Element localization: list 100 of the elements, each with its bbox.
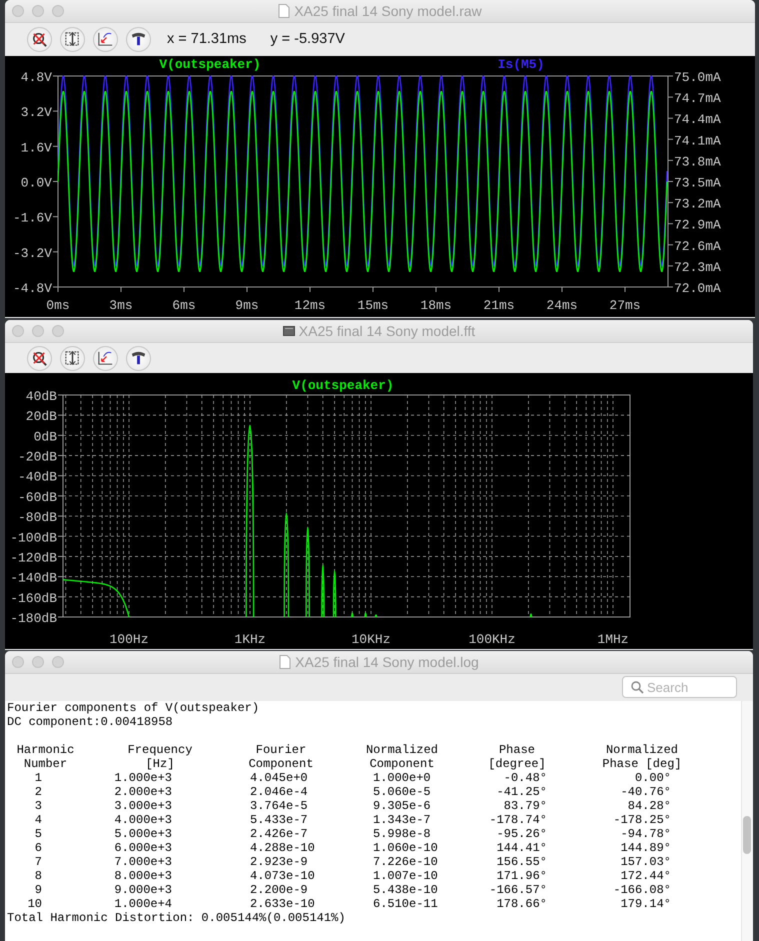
axis-label: 6ms bbox=[172, 298, 196, 313]
column-header: Normalized Component bbox=[366, 743, 438, 771]
axis-label: 100KHz bbox=[468, 632, 516, 647]
axis-label: 1MHz bbox=[597, 632, 629, 647]
table-cell: 4.045e+0 bbox=[250, 771, 308, 785]
magnifier-icon[interactable] bbox=[27, 346, 52, 370]
table-cell: 4.073e-10 bbox=[250, 869, 315, 883]
axis-label: -4.8V bbox=[12, 281, 52, 296]
cursor-y-readout: y = -5.937V bbox=[270, 30, 345, 49]
search-icon bbox=[631, 680, 644, 694]
table-cell: 5.060e-5 bbox=[373, 785, 431, 799]
axis-label: 27ms bbox=[609, 298, 641, 313]
axis-label: 73.8mA bbox=[674, 154, 721, 170]
window-title: XA25 final 14 Sony model.fft bbox=[298, 322, 476, 341]
log-text-line: Fourier components of V(outspeaker) bbox=[7, 701, 260, 715]
log-text-line: DC component:0.00418958 bbox=[7, 715, 173, 729]
axis-label: 40dB bbox=[26, 389, 57, 404]
table-cell: 4.000e+3 bbox=[114, 813, 172, 827]
table-cell: 6.000e+3 bbox=[114, 841, 172, 855]
axis-label: 24ms bbox=[546, 298, 578, 313]
table-cell: -166.08° bbox=[613, 883, 671, 897]
axis-label: -3.2V bbox=[12, 246, 52, 261]
table-cell: 5 bbox=[34, 827, 42, 841]
table-cell: 144.41° bbox=[496, 841, 547, 855]
table-cell: 6.510e-11 bbox=[373, 897, 438, 911]
table-cell: -94.78° bbox=[620, 827, 671, 841]
column-header: Fourier Component bbox=[248, 743, 314, 771]
frame-arrows-icon[interactable] bbox=[60, 346, 85, 370]
column-header: Frequency [Hz] bbox=[128, 743, 192, 771]
axis-label: 20dB bbox=[26, 409, 57, 424]
table-cell: 10 bbox=[28, 897, 42, 911]
table-cell: 157.03° bbox=[620, 855, 671, 869]
table-cell: 3.000e+3 bbox=[114, 799, 172, 813]
axis-label: 72.9mA bbox=[674, 218, 721, 233]
magnifier-icon[interactable] bbox=[27, 27, 52, 52]
minimize-button[interactable] bbox=[32, 656, 44, 668]
column-header: Normalized Phase [deg] bbox=[602, 743, 682, 771]
table-cell: 9 bbox=[34, 883, 42, 897]
table-cell: 5.000e+3 bbox=[114, 827, 172, 841]
axis-label: -20dB bbox=[18, 450, 57, 465]
minimize-button[interactable] bbox=[32, 5, 44, 17]
axis-label: 3ms bbox=[109, 298, 133, 313]
table-cell: 8 bbox=[34, 869, 42, 883]
table-cell: 2.426e-7 bbox=[250, 827, 308, 841]
table-cell: 156.55° bbox=[496, 855, 547, 869]
axis-label: -140dB bbox=[10, 570, 57, 586]
axis-label: 73.2mA bbox=[674, 196, 721, 212]
table-cell: 5.998e-8 bbox=[373, 827, 431, 841]
trace-label: V(outspeaker) bbox=[159, 57, 261, 72]
table-cell: 9.305e-6 bbox=[373, 799, 431, 813]
close-button[interactable] bbox=[12, 656, 24, 668]
table-cell: -40.76° bbox=[620, 785, 671, 799]
minimize-button[interactable] bbox=[32, 325, 44, 337]
scrollbar-thumb[interactable] bbox=[743, 816, 751, 854]
table-cell: 2.046e-4 bbox=[250, 785, 308, 799]
close-button[interactable] bbox=[12, 5, 24, 17]
search-field[interactable]: Search bbox=[622, 676, 737, 698]
table-cell: 1.000e+3 bbox=[114, 771, 172, 785]
table-cell: 3.764e-5 bbox=[250, 799, 308, 813]
column-header: Phase [degree] bbox=[488, 743, 546, 771]
table-cell: 1.343e-7 bbox=[373, 813, 431, 827]
table-cell: -178.25° bbox=[613, 813, 671, 827]
axis-label: 0ms bbox=[46, 298, 70, 313]
axis-label: 0dB bbox=[34, 429, 57, 444]
zoom-button[interactable] bbox=[52, 5, 64, 17]
document-icon bbox=[278, 4, 290, 18]
axis-label: 18ms bbox=[420, 298, 452, 313]
axis-label: -180dB bbox=[10, 611, 57, 626]
zoom-button[interactable] bbox=[52, 325, 64, 337]
table-cell: 5.438e-10 bbox=[373, 883, 438, 897]
document-icon bbox=[279, 655, 292, 669]
window-icon bbox=[282, 324, 295, 338]
frame-arrows-icon[interactable] bbox=[60, 27, 85, 52]
trace-label: Is(M5) bbox=[498, 57, 544, 72]
axis-label: 15ms bbox=[357, 298, 389, 313]
table-cell: 0.00° bbox=[634, 771, 671, 785]
table-cell: 6 bbox=[34, 841, 42, 855]
table-cell: -166.57° bbox=[489, 883, 547, 897]
table-cell: 2 bbox=[34, 785, 42, 799]
table-cell: 178.66° bbox=[496, 897, 547, 911]
window-title: XA25 final 14 Sony model.raw bbox=[294, 2, 482, 21]
axis-label: 1KHz bbox=[234, 632, 266, 647]
axis-label: -80dB bbox=[18, 510, 57, 526]
axis-label: 74.1mA bbox=[674, 133, 721, 148]
table-cell: 1 bbox=[34, 771, 42, 785]
window-title: XA25 final 14 Sony model.log bbox=[295, 652, 479, 672]
close-button[interactable] bbox=[12, 325, 24, 337]
table-cell: 7.000e+3 bbox=[114, 855, 172, 869]
axis-label: 21ms bbox=[483, 298, 515, 313]
hammer-icon[interactable] bbox=[126, 27, 151, 52]
zoom-button[interactable] bbox=[52, 656, 64, 668]
table-cell: -0.48° bbox=[504, 771, 547, 785]
axis-label: 74.4mA bbox=[674, 112, 721, 128]
hammer-icon[interactable] bbox=[126, 346, 151, 370]
axis-label: -120dB bbox=[10, 550, 57, 566]
axis-label: 10KHz bbox=[352, 632, 390, 647]
table-cell: 8.000e+3 bbox=[114, 869, 172, 883]
table-cell: 179.14° bbox=[620, 897, 671, 911]
table-cell: 3 bbox=[34, 799, 42, 813]
axis-label: 100Hz bbox=[110, 632, 148, 647]
